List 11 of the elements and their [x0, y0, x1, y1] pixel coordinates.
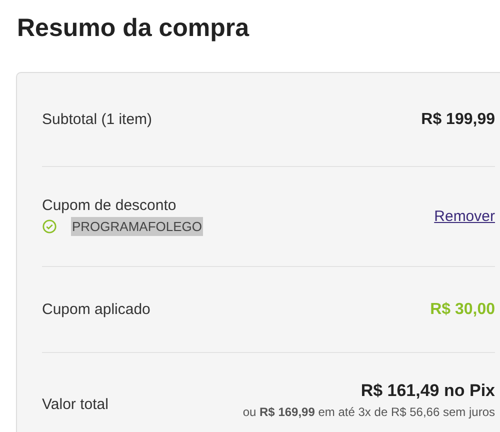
summary-title: Resumo da compra — [16, 13, 250, 44]
total-label: Valor total — [42, 396, 108, 413]
subtotal-label: Subtotal (1 item) — [42, 111, 152, 128]
discount-label: Cupom aplicado — [42, 301, 150, 318]
coupon-label: Cupom de desconto — [42, 197, 178, 214]
coupon-code: PROGRAMAFOLEGO — [71, 217, 204, 236]
discount-value: R$ 30,00 — [430, 300, 495, 318]
pix-price: R$ 161,49 no Pix — [360, 381, 495, 401]
installments-text: ou R$ 169,99 em até 3x de R$ 56,66 sem juros — [242, 405, 495, 419]
subtotal-value: R$ 199,99 — [421, 110, 495, 128]
remove-link[interactable]: Remover — [434, 208, 495, 225]
